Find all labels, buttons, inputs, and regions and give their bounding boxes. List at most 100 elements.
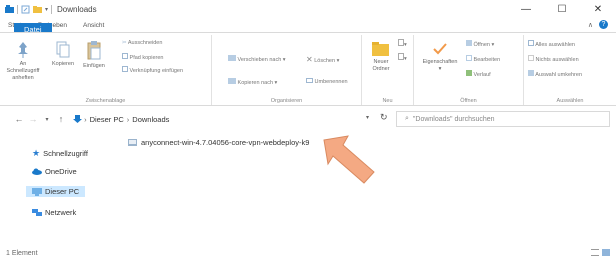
invert-selection-label: Auswahl umkehren [535,72,583,78]
easy-access-icon[interactable]: ▾ [398,53,407,62]
move-to-button[interactable]: Verschieben nach ▾ [228,55,286,63]
paste-shortcut-button[interactable]: Verknüpfung einfügen [122,66,183,74]
rename-button[interactable]: Umbenennen [306,78,348,85]
rename-label: Umbenennen [314,79,348,85]
explorer-app-icon[interactable] [5,4,14,14]
edit-icon [466,55,472,61]
breadcrumb-downloads[interactable]: Downloads [132,115,169,124]
installer-file-icon [128,139,137,146]
select-none-button[interactable]: Nichts auswählen [528,55,579,63]
minimize-button[interactable]: — [508,0,544,18]
nav-item-network[interactable]: Netzwerk [32,208,76,217]
new-folder-button[interactable]: Neuer Ordner [368,41,394,73]
nav-label-this-pc: Dieser PC [45,187,80,196]
pin-icon [18,42,28,58]
copy-icon [56,41,70,58]
copy-to-label: Kopieren nach [237,80,274,86]
large-icons-view-icon[interactable] [602,249,610,256]
group-label-clipboard: Zwischenablage [85,98,126,104]
move-to-icon [228,55,236,61]
ribbon: An Schnellzugriff anheften Kopieren Einf… [0,32,616,106]
nav-item-this-pc[interactable]: Dieser PC [26,186,86,197]
properties-icon[interactable] [21,5,30,14]
paste-icon [87,41,101,60]
history-label: Verlauf [473,72,491,78]
details-view-icon[interactable] [591,249,599,256]
copy-to-button[interactable]: Kopieren nach ▾ [228,78,277,86]
open-label: Öffnen [473,42,490,48]
history-button[interactable]: Verlauf [466,70,491,78]
help-icon[interactable]: ? [599,20,608,29]
group-label-organize: Organisieren [270,98,303,104]
customize-quick-access-chevron[interactable]: ▾ [45,6,48,13]
pin-quick-access-button[interactable]: An Schnellzugriff anheften [4,41,42,82]
search-box[interactable]: ⌕ "Downloads" durchsuchen [396,111,610,127]
delete-x-icon: ✕ [306,55,313,64]
copy-path-button[interactable]: Pfad kopieren [122,53,163,61]
close-button[interactable]: ✕ [580,0,616,18]
breadcrumb-separator-icon: › [82,114,87,124]
invert-selection-button[interactable]: Auswahl umkehren [528,70,582,78]
address-history-chevron-icon[interactable]: ▾ [366,114,369,121]
properties-button[interactable]: Eigenschaften ▾ [420,41,460,73]
nav-item-quick-access[interactable]: ★ Schnellzugriff [32,148,88,159]
paste-label: Einfügen [83,63,105,69]
forward-arrow-icon[interactable]: → [26,114,40,124]
new-folder-icon [372,42,389,56]
open-button[interactable]: Öffnen ▾ [466,40,494,48]
edit-button[interactable]: Bearbeiten [466,55,500,63]
select-all-icon [528,40,534,46]
select-all-button[interactable]: Alles auswählen [528,40,575,48]
breadcrumb-this-pc[interactable]: Dieser PC [90,115,124,124]
explorer-window: ▾ Downloads — ☐ ✕ Datei Start Freigeben … [0,0,616,262]
cut-button[interactable]: ✂ Ausschneiden [122,40,162,46]
breadcrumb-separator-icon: › [126,114,130,124]
address-bar-row: ← → ▾ ↑ › Dieser PC › Downloads ▾ ↻ ⌕ "D… [0,108,616,130]
delete-button[interactable]: ✕ Löschen ▾ [306,55,339,64]
item-count: 1 Element [6,250,38,257]
group-label-new: Neu [382,98,393,104]
copy-button[interactable]: Kopieren [50,41,76,68]
view-switcher [591,249,610,256]
tab-view[interactable]: Ansicht [75,19,112,32]
edit-label: Bearbeiten [473,57,501,63]
new-folder-icon[interactable] [33,5,42,14]
quick-access-toolbar: ▾ [0,4,53,14]
paste-shortcut-icon [122,66,128,72]
ribbon-controls: ∧ ? [588,20,608,29]
select-none-icon [528,55,534,61]
group-label-open: Öffnen [460,98,477,104]
breadcrumb[interactable]: › Dieser PC › Downloads [73,111,373,127]
nav-label-onedrive: OneDrive [45,167,77,176]
paste-button[interactable]: Einfügen [80,41,108,70]
history-icon [466,70,472,76]
window-title: Downloads [57,4,97,14]
open-icon [466,40,472,46]
properties-label: Eigenschaften [422,59,458,65]
maximize-button[interactable]: ☐ [544,0,580,18]
annotation-arrow-icon [323,135,375,184]
up-arrow-icon[interactable]: ↑ [54,114,68,124]
properties-check-icon [433,43,447,55]
copy-label: Kopieren [51,61,75,67]
nav-label-network: Netzwerk [45,208,77,217]
new-item-icon[interactable]: ▾ [398,39,407,48]
refresh-icon[interactable]: ↻ [380,112,388,123]
move-to-chevron-icon: ▾ [282,57,286,63]
recent-locations-chevron-icon[interactable]: ▾ [40,116,54,123]
downloads-folder-icon [73,114,82,123]
group-label-select: Auswählen [556,98,584,104]
pin-label: An Schnellzugriff anheften [6,61,40,81]
list-item[interactable]: anyconnect-win-4.7.04056-core-vpn-webdep… [128,138,309,147]
nav-item-onedrive[interactable]: OneDrive [32,167,77,176]
onedrive-cloud-icon [32,168,42,175]
toolbar-divider [17,4,18,14]
collapse-ribbon-chevron-icon[interactable]: ∧ [588,21,593,29]
file-name: anyconnect-win-4.7.04056-core-vpn-webdep… [141,138,310,147]
back-arrow-icon[interactable]: ← [12,114,26,124]
nav-label-quick-access: Schnellzugriff [43,149,88,158]
copy-to-chevron-icon: ▾ [274,80,278,86]
group-clipboard: An Schnellzugriff anheften Kopieren Einf… [0,35,212,105]
copy-path-label: Pfad kopieren [129,55,164,61]
star-icon: ★ [32,148,41,158]
